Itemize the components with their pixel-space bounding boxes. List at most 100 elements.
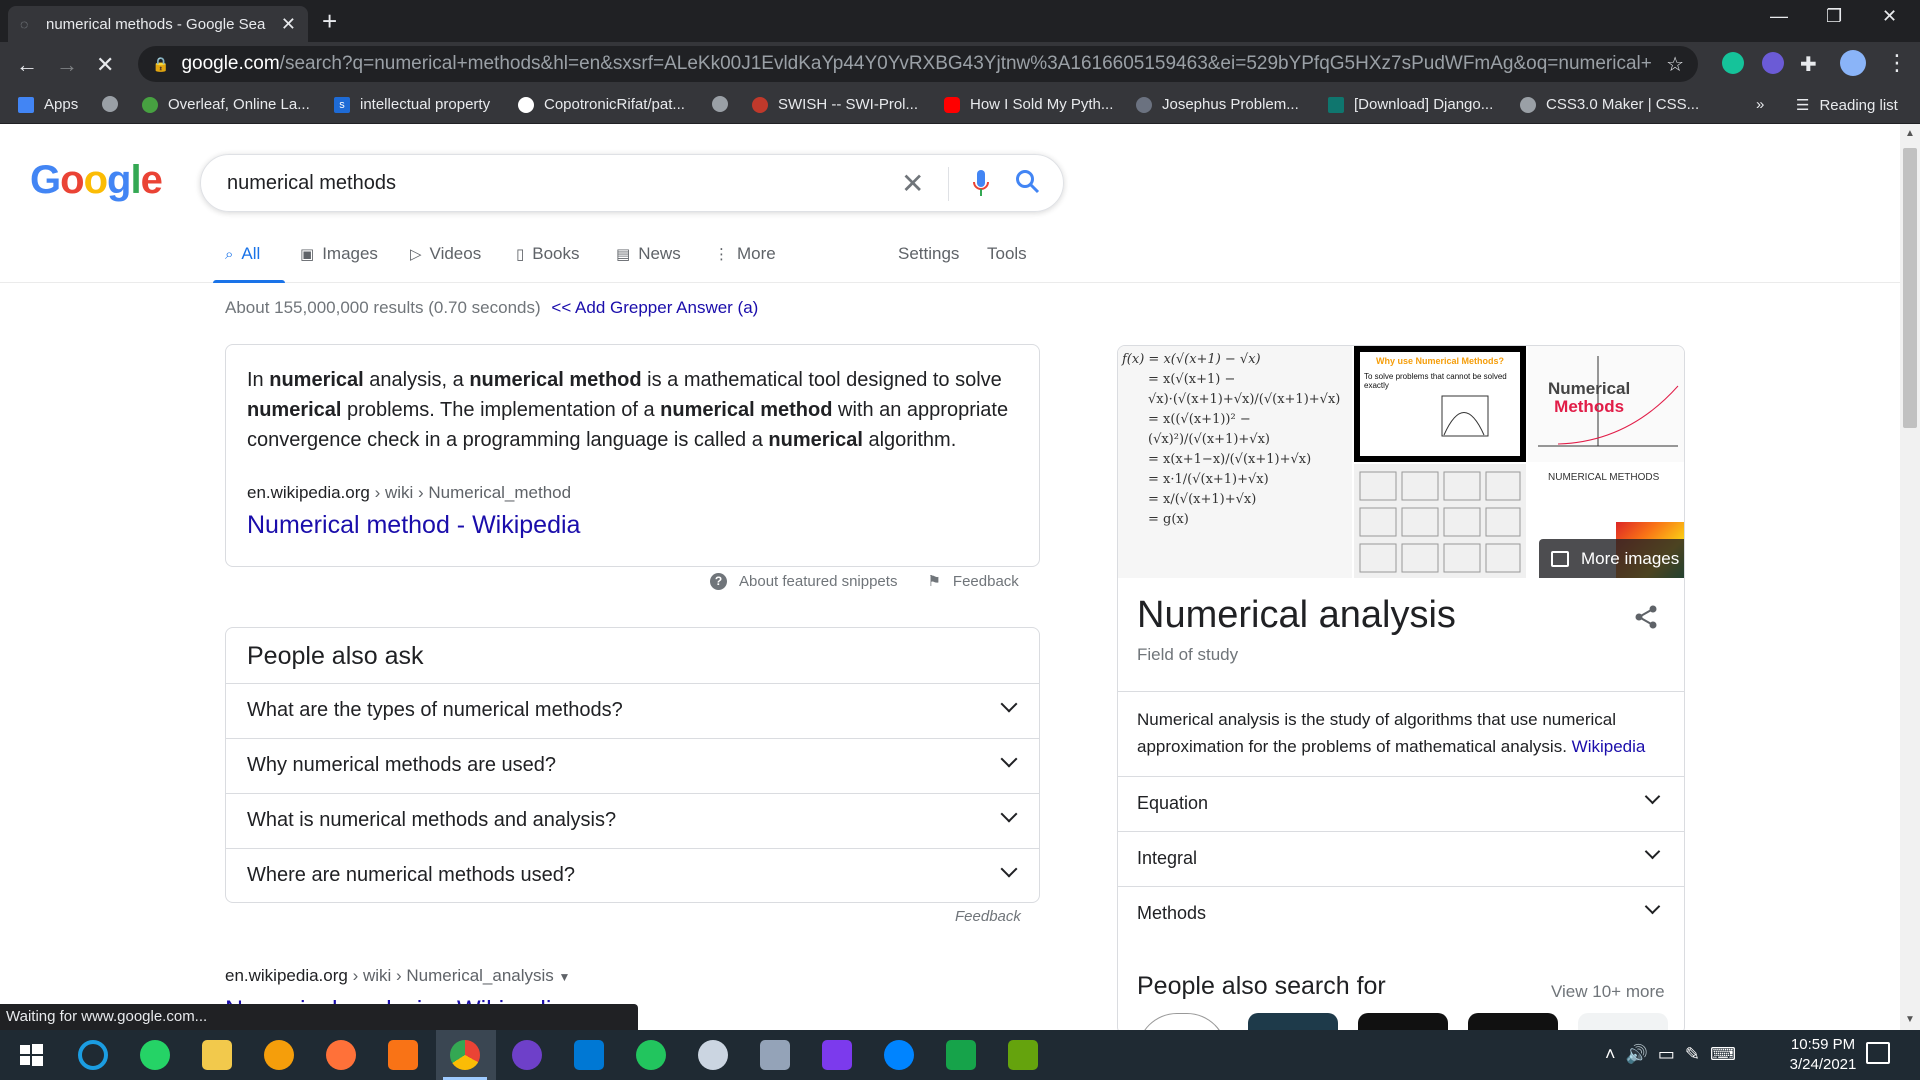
- paa-question[interactable]: Where are numerical methods used?: [226, 848, 1039, 903]
- paa-question[interactable]: Why numerical methods are used?: [226, 738, 1039, 793]
- bookmarks-overflow-button[interactable]: »: [1756, 96, 1764, 113]
- chrome-icon[interactable]: [450, 1040, 480, 1070]
- bookmark-star-icon[interactable]: ☆: [1666, 52, 1684, 77]
- kebab-menu-icon[interactable]: ⋮: [1886, 50, 1908, 76]
- page-scrollbar[interactable]: ▲ ▼: [1900, 124, 1920, 1030]
- bookmark-globe-2[interactable]: [712, 96, 738, 112]
- kp-image-equation[interactable]: f(x) = x(√(x+1) − √x) = x(√(x+1) − √x)·(…: [1118, 346, 1352, 578]
- caret-down-icon[interactable]: ▼: [559, 970, 571, 984]
- kp-title: Numerical analysis: [1137, 594, 1456, 636]
- lock-icon[interactable]: 🔒: [152, 56, 169, 73]
- settings-link[interactable]: Settings: [898, 244, 959, 264]
- pycharm-icon[interactable]: [946, 1040, 976, 1070]
- snippet-citation[interactable]: en.wikipedia.org › wiki › Numerical_meth…: [247, 483, 571, 503]
- bookmark-swish[interactable]: SWISH -- SWI-Prol...: [752, 96, 918, 113]
- bookmark-django[interactable]: [Download] Django...: [1328, 96, 1493, 113]
- bookmark-globe[interactable]: [102, 96, 128, 112]
- kp-row-equation[interactable]: Equation: [1118, 776, 1684, 831]
- app-icon[interactable]: [388, 1040, 418, 1070]
- chevron-down-icon: [1644, 898, 1661, 915]
- tab-more[interactable]: ⋮ More: [714, 244, 776, 264]
- feedback-flag-icon[interactable]: ⚑: [927, 572, 940, 590]
- system-tray[interactable]: ˄ 🔊 ▭ ✎ ⌨: [1605, 1044, 1736, 1065]
- tab-images[interactable]: ▣ Images: [300, 244, 378, 264]
- date: 3/24/2021: [1789, 1056, 1857, 1073]
- avatar[interactable]: [1840, 50, 1866, 76]
- tab-news[interactable]: ▤ News: [616, 244, 681, 264]
- bookmark-josephus[interactable]: Josephus Problem...: [1136, 96, 1299, 113]
- wikipedia-link[interactable]: Wikipedia: [1572, 737, 1646, 756]
- scrollbar-thumb[interactable]: [1903, 148, 1917, 428]
- visual-studio-icon[interactable]: [822, 1040, 852, 1070]
- app-icon[interactable]: [760, 1040, 790, 1070]
- notification-icon[interactable]: [1866, 1042, 1890, 1064]
- file-explorer-icon[interactable]: [202, 1040, 232, 1070]
- snippet-result-link[interactable]: Numerical method - Wikipedia: [247, 511, 580, 540]
- tab-all[interactable]: ⌕ All: [225, 244, 260, 264]
- browser-tab[interactable]: ◌ numerical methods - Google Sea ✕: [8, 6, 308, 42]
- extension-icon[interactable]: [1762, 52, 1784, 74]
- kp-row-integral[interactable]: Integral: [1118, 831, 1684, 886]
- search-input[interactable]: numerical methods: [227, 172, 396, 195]
- kp-image-plots[interactable]: [1354, 464, 1526, 578]
- globe-icon: [712, 96, 728, 112]
- view-more-link[interactable]: View 10+ more: [1551, 982, 1665, 1002]
- tools-link[interactable]: Tools: [987, 244, 1027, 264]
- minimize-icon[interactable]: —: [1770, 6, 1788, 27]
- grepper-link[interactable]: << Add Grepper Answer (a): [551, 298, 758, 317]
- tab-books[interactable]: ▯ Books: [516, 244, 580, 264]
- app-icon[interactable]: [264, 1040, 294, 1070]
- whatsapp-icon[interactable]: [140, 1040, 170, 1070]
- github-desktop-icon[interactable]: [512, 1040, 542, 1070]
- bookmark-overleaf[interactable]: Overleaf, Online La...: [142, 96, 310, 113]
- paa-feedback-link[interactable]: Feedback: [955, 908, 1021, 925]
- grammarly-icon[interactable]: [1722, 52, 1744, 74]
- help-icon[interactable]: ?: [710, 572, 727, 590]
- tab-videos[interactable]: ▷ Videos: [410, 244, 481, 264]
- restore-icon[interactable]: ❐: [1826, 6, 1842, 27]
- dots-vertical-icon: ⋮: [714, 246, 729, 263]
- clear-icon[interactable]: ✕: [901, 167, 924, 200]
- globe-icon: [1520, 96, 1536, 113]
- kp-image-numerical-methods[interactable]: Numerical Methods: [1528, 346, 1684, 462]
- paa-question[interactable]: What is numerical methods and analysis?: [226, 793, 1039, 848]
- clock[interactable]: 10:59 PM 3/24/2021: [1778, 1035, 1868, 1075]
- stop-icon[interactable]: ✕: [96, 52, 114, 78]
- scroll-up-icon[interactable]: ▲: [1905, 128, 1915, 139]
- firefox-icon[interactable]: [326, 1040, 356, 1070]
- image-icon: [1551, 550, 1569, 567]
- windows-start-icon[interactable]: [16, 1040, 46, 1070]
- new-tab-button[interactable]: +: [322, 8, 337, 34]
- address-bar[interactable]: 🔒 google.com /search?q=numerical+methods…: [138, 46, 1698, 82]
- search-icon[interactable]: [1015, 169, 1041, 195]
- app-icon[interactable]: [698, 1040, 728, 1070]
- paa-question[interactable]: What are the types of numerical methods?: [226, 683, 1039, 738]
- google-logo[interactable]: Google: [30, 158, 163, 203]
- reading-list-button[interactable]: ☰ Reading list: [1796, 96, 1898, 115]
- forward-icon[interactable]: →: [56, 52, 78, 78]
- bookmark-youtube[interactable]: How I Sold My Pyth...: [944, 96, 1113, 113]
- snippet-feedback-link[interactable]: Feedback: [953, 573, 1019, 590]
- kp-row-methods[interactable]: Methods: [1118, 886, 1684, 941]
- vscode-icon[interactable]: [574, 1040, 604, 1070]
- bookmark-intellectual-property[interactable]: s intellectual property: [334, 96, 490, 113]
- app-icon[interactable]: [1008, 1040, 1038, 1070]
- back-icon[interactable]: ←: [16, 52, 38, 78]
- kp-image-slide[interactable]: Why use Numerical Methods? To solve prob…: [1354, 346, 1526, 462]
- about-featured-snippets-link[interactable]: About featured snippets: [739, 573, 897, 590]
- microphone-icon[interactable]: [971, 169, 991, 199]
- share-icon[interactable]: [1633, 604, 1659, 637]
- search-box[interactable]: numerical methods ✕: [200, 154, 1064, 212]
- result-citation[interactable]: en.wikipedia.org › wiki › Numerical_anal…: [225, 966, 570, 986]
- app-icon[interactable]: [636, 1040, 666, 1070]
- bookmark-css3-maker[interactable]: CSS3.0 Maker | CSS...: [1520, 96, 1699, 113]
- more-images-button[interactable]: More images: [1539, 539, 1684, 578]
- close-window-icon[interactable]: ✕: [1882, 6, 1897, 27]
- close-tab-icon[interactable]: ✕: [281, 14, 296, 35]
- puzzle-icon[interactable]: ✚: [1800, 52, 1822, 76]
- search-icon[interactable]: [78, 1040, 108, 1070]
- bookmark-apps[interactable]: Apps: [18, 96, 78, 113]
- scroll-down-icon[interactable]: ▼: [1905, 1014, 1915, 1025]
- messenger-icon[interactable]: [884, 1040, 914, 1070]
- bookmark-github[interactable]: CopotronicRifat/pat...: [518, 96, 685, 113]
